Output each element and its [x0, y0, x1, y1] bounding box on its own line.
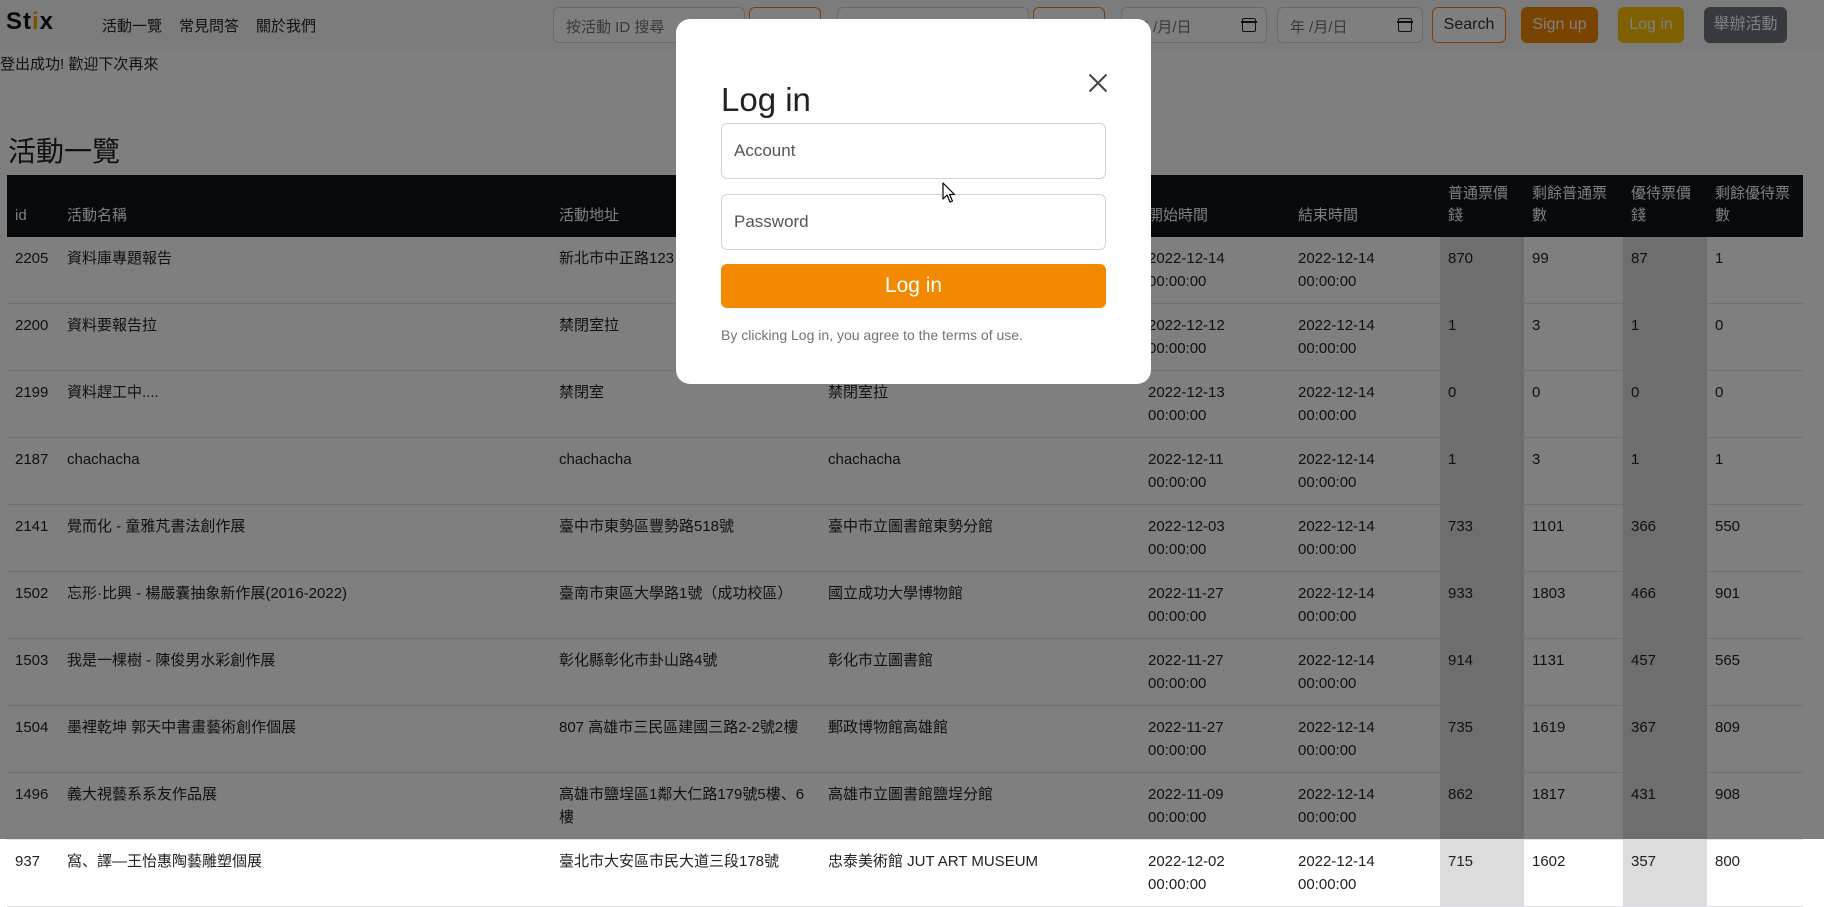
terms-text: By clicking Log in, you agree to the ter… — [721, 327, 1023, 343]
account-input[interactable] — [721, 123, 1106, 179]
table-cell: 2022-12-02 00:00:00 — [1140, 839, 1290, 907]
login-modal: Log in Log in By clicking Log in, you ag… — [676, 19, 1151, 384]
table-cell: 臺北市大安區市民大道三段178號 — [551, 839, 820, 907]
login-submit-button[interactable]: Log in — [721, 264, 1106, 308]
table-row: 937 窩、譯—王怡惠陶藝雕塑個展 臺北市大安區市民大道三段178號 忠泰美術館 JU… — [7, 839, 1803, 907]
table-cell: 2022-12-14 00:00:00 — [1290, 839, 1440, 907]
table-cell: 937 — [7, 839, 59, 907]
table-cell: 1602 — [1524, 839, 1623, 907]
table-cell: 800 — [1707, 839, 1803, 907]
close-icon[interactable] — [1085, 70, 1111, 96]
modal-title: Log in — [721, 81, 811, 118]
table-cell: 忠泰美術館 JUT ART MUSEUM — [820, 839, 1140, 907]
password-input[interactable] — [721, 194, 1106, 250]
table-cell: 715 — [1440, 839, 1524, 907]
table-cell: 357 — [1623, 839, 1707, 907]
mouse-cursor-icon — [942, 182, 956, 203]
table-cell: 窩、譯—王怡惠陶藝雕塑個展 — [59, 839, 551, 907]
